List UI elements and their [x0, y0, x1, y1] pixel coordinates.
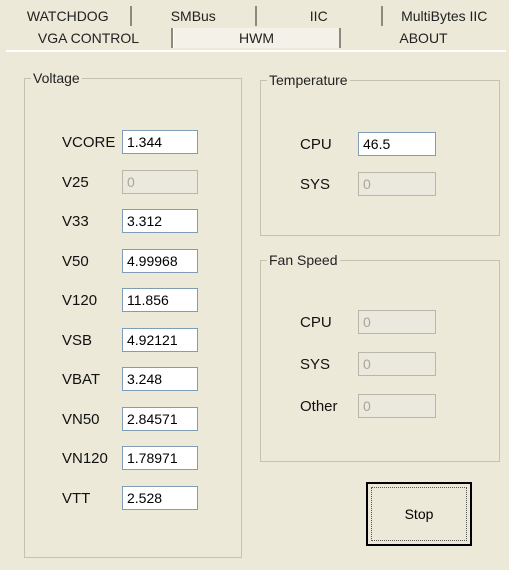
voltage-label-vbat: VBAT	[62, 371, 101, 388]
tab-hwm[interactable]: HWM	[173, 28, 341, 48]
voltage-label-vn120: VN120	[62, 450, 108, 467]
voltage-field-v25[interactable]	[122, 169, 198, 194]
voltage-label-v25: V25	[62, 173, 89, 191]
voltage-field-v33[interactable]	[122, 209, 198, 233]
tab-smbus[interactable]: SMBus	[132, 6, 257, 26]
voltage-label-v120: V120	[62, 292, 98, 309]
voltage-field-v50[interactable]	[122, 248, 198, 273]
fan-field-cpu[interactable]	[358, 310, 436, 334]
voltage-label-vsb: VSB	[62, 331, 93, 349]
voltage-group-title: Voltage	[33, 70, 80, 86]
voltage-label-vtt: VTT	[62, 489, 91, 507]
stop-button-label: Stop	[371, 487, 467, 541]
voltage-field-vbat[interactable]	[122, 367, 198, 391]
tab-divider	[6, 50, 506, 52]
tab-vga-control[interactable]: VGA CONTROL	[6, 28, 173, 48]
voltage-label-v50: V50	[62, 252, 89, 270]
voltage-field-vcore[interactable]	[122, 130, 198, 154]
voltage-field-v120[interactable]	[122, 288, 198, 312]
temperature-label-cpu: CPU	[300, 136, 332, 153]
voltage-field-vn50[interactable]	[122, 406, 198, 431]
temperature-label-sys: SYS	[300, 176, 331, 193]
voltage-field-vtt[interactable]	[122, 485, 198, 510]
voltage-field-vsb[interactable]	[122, 327, 198, 352]
temperature-field-cpu[interactable]	[358, 132, 436, 156]
temperature-field-sys[interactable]	[358, 172, 436, 196]
voltage-label-vcore: VCORE	[62, 134, 116, 151]
tab-row-front: VGA CONTROL HWM ABOUT	[6, 28, 506, 48]
voltage-field-vn120[interactable]	[122, 446, 198, 470]
fan-field-other[interactable]	[358, 394, 436, 418]
tab-iic[interactable]: IIC	[257, 6, 383, 26]
fan-field-sys[interactable]	[358, 352, 436, 376]
fan-speed-group-title: Fan Speed	[269, 252, 338, 268]
voltage-label-v33: V33	[62, 213, 89, 230]
tab-watchdog[interactable]: WATCHDOG	[6, 6, 132, 26]
fan-label-other: Other	[300, 398, 338, 415]
tab-about[interactable]: ABOUT	[341, 28, 506, 48]
temperature-group-title: Temperature	[269, 72, 348, 88]
fan-label-cpu: CPU	[300, 314, 332, 331]
stop-button[interactable]: Stop	[366, 482, 472, 546]
fan-label-sys: SYS	[300, 356, 331, 373]
tab-multibytes-iic[interactable]: MultiBytes IIC	[383, 6, 507, 26]
tab-row-back: WATCHDOG SMBus IIC MultiBytes IIC	[6, 6, 506, 26]
voltage-label-vn50: VN50	[62, 410, 100, 428]
